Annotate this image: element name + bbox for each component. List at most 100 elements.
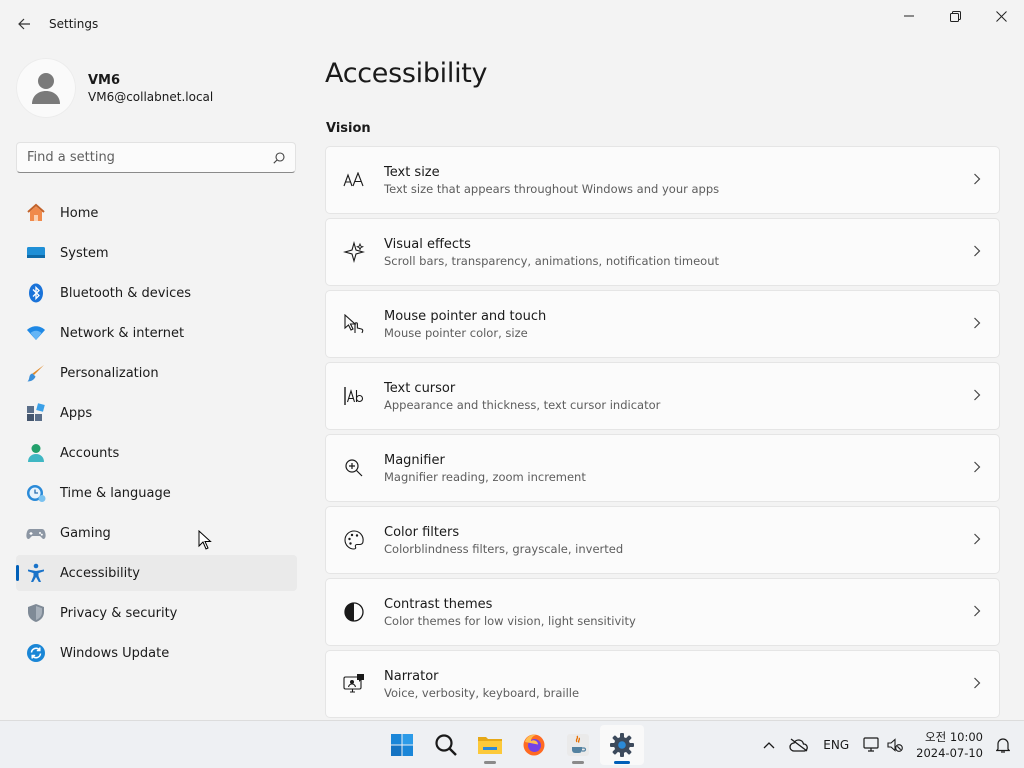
sidebar-item-network[interactable]: Network & internet [16, 315, 297, 351]
home-icon [26, 203, 46, 223]
sidebar-item-apps[interactable]: Apps [16, 395, 297, 431]
card-text-size[interactable]: Text size Text size that appears through… [325, 146, 1000, 214]
tray-onedrive[interactable] [782, 721, 816, 768]
card-subtitle: Mouse pointer color, size [384, 325, 528, 340]
tray-overflow-button[interactable] [756, 721, 782, 768]
chevron-right-icon [974, 533, 981, 545]
card-color-filters[interactable]: Color filters Colorblindness filters, gr… [325, 506, 1000, 574]
sidebar-item-label: Gaming [60, 525, 111, 541]
palette-icon [342, 528, 366, 552]
minimize-icon [904, 15, 914, 17]
sidebar: VM6 VM6@collabnet.local Home System Blue… [0, 48, 310, 720]
sidebar-item-label: Accessibility [60, 565, 140, 581]
chevron-right-icon [974, 605, 981, 617]
arrow-left-icon [18, 18, 30, 30]
sidebar-nav: Home System Bluetooth & devices Network … [16, 195, 297, 675]
shield-icon [26, 603, 46, 623]
card-subtitle: Magnifier reading, zoom increment [384, 469, 586, 484]
chevron-right-icon [974, 245, 981, 257]
clock-date: 2024-07-10 [916, 746, 983, 760]
sidebar-item-accounts[interactable]: Accounts [16, 435, 297, 471]
close-button[interactable] [978, 0, 1024, 32]
profile-email: VM6@collabnet.local [88, 89, 214, 104]
sidebar-item-label: Network & internet [60, 325, 185, 341]
card-title: Mouse pointer and touch [384, 308, 547, 324]
settings-gear-icon [610, 733, 634, 757]
taskbar-java[interactable] [556, 725, 600, 765]
sidebar-item-accessibility[interactable]: Accessibility [16, 555, 297, 591]
chevron-up-icon [763, 742, 775, 749]
taskbar-apps [380, 721, 644, 768]
cloud-offline-icon [789, 738, 809, 752]
card-subtitle: Colorblindness filters, grayscale, inver… [384, 541, 624, 556]
taskbar: ENG 오전 10:00 2024-07-10 [0, 720, 1024, 768]
card-title: Contrast themes [384, 596, 493, 612]
gamepad-icon [26, 523, 46, 543]
card-magnifier[interactable]: Magnifier Magnifier reading, zoom increm… [325, 434, 1000, 502]
sidebar-item-label: Windows Update [60, 645, 170, 661]
firefox-icon [523, 734, 545, 756]
chevron-right-icon [974, 677, 981, 689]
restore-icon [949, 10, 961, 22]
sparkle-icon [342, 240, 366, 264]
card-contrast-themes[interactable]: Contrast themes Color themes for low vis… [325, 578, 1000, 646]
main-content: Accessibility Vision Text size Text size… [310, 48, 1024, 720]
card-title: Text cursor [384, 380, 456, 396]
sidebar-item-label: Accounts [60, 445, 120, 461]
section-title-vision: Vision [326, 121, 371, 136]
taskbar-file-explorer[interactable] [468, 725, 512, 765]
card-title: Magnifier [384, 452, 445, 468]
chevron-right-icon [974, 461, 981, 473]
card-mouse-pointer-touch[interactable]: Mouse pointer and touch Mouse pointer co… [325, 290, 1000, 358]
taskbar-search[interactable] [424, 725, 468, 765]
tray-notifications[interactable] [989, 721, 1024, 768]
user-profile[interactable]: VM6 VM6@collabnet.local [16, 58, 213, 118]
running-indicator [572, 761, 584, 764]
active-indicator [614, 761, 630, 764]
sidebar-item-label: Home [60, 205, 99, 221]
sidebar-item-home[interactable]: Home [16, 195, 297, 231]
system-icon [26, 243, 46, 263]
search-box[interactable] [16, 142, 296, 173]
taskbar-firefox[interactable] [512, 725, 556, 765]
sidebar-item-windows-update[interactable]: Windows Update [16, 635, 297, 671]
pointer-touch-icon [342, 312, 366, 336]
sidebar-item-label: Personalization [60, 365, 159, 381]
accessibility-icon [26, 563, 46, 583]
taskbar-start[interactable] [380, 725, 424, 765]
sidebar-item-privacy-security[interactable]: Privacy & security [16, 595, 297, 631]
sidebar-item-gaming[interactable]: Gaming [16, 515, 297, 551]
card-subtitle: Voice, verbosity, keyboard, braille [384, 685, 580, 700]
sidebar-item-system[interactable]: System [16, 235, 297, 271]
contrast-icon [342, 600, 366, 624]
tray-clock[interactable]: 오전 10:00 2024-07-10 [910, 729, 989, 761]
accounts-icon [26, 443, 46, 463]
card-text-cursor[interactable]: Text cursor Appearance and thickness, te… [325, 362, 1000, 430]
back-button[interactable] [8, 8, 40, 40]
volume-muted-icon [887, 738, 904, 752]
search-icon[interactable] [273, 151, 285, 164]
maximize-button[interactable] [932, 0, 978, 32]
card-title: Color filters [384, 524, 460, 540]
sidebar-item-time-language[interactable]: Time & language [16, 475, 297, 511]
card-subtitle: Color themes for low vision, light sensi… [384, 613, 636, 628]
text-size-icon [342, 168, 366, 192]
card-title: Text size [384, 164, 440, 180]
minimize-button[interactable] [886, 0, 932, 32]
close-icon [995, 10, 1007, 22]
tray-network-volume[interactable] [856, 721, 910, 768]
sidebar-item-label: Time & language [60, 485, 171, 501]
card-visual-effects[interactable]: Visual effects Scroll bars, transparency… [325, 218, 1000, 286]
search-icon [435, 734, 457, 756]
tray-language[interactable]: ENG [816, 721, 856, 768]
sidebar-item-personalization[interactable]: Personalization [16, 355, 297, 391]
mouse-cursor-icon [198, 530, 212, 550]
clock-time: 오전 10:00 [925, 730, 983, 744]
sidebar-item-bluetooth[interactable]: Bluetooth & devices [16, 275, 297, 311]
search-input[interactable] [27, 150, 273, 165]
taskbar-settings[interactable] [600, 725, 644, 765]
update-icon [26, 643, 46, 663]
running-indicator [484, 761, 496, 764]
card-narrator[interactable]: Narrator Voice, verbosity, keyboard, bra… [325, 650, 1000, 718]
chevron-right-icon [974, 389, 981, 401]
